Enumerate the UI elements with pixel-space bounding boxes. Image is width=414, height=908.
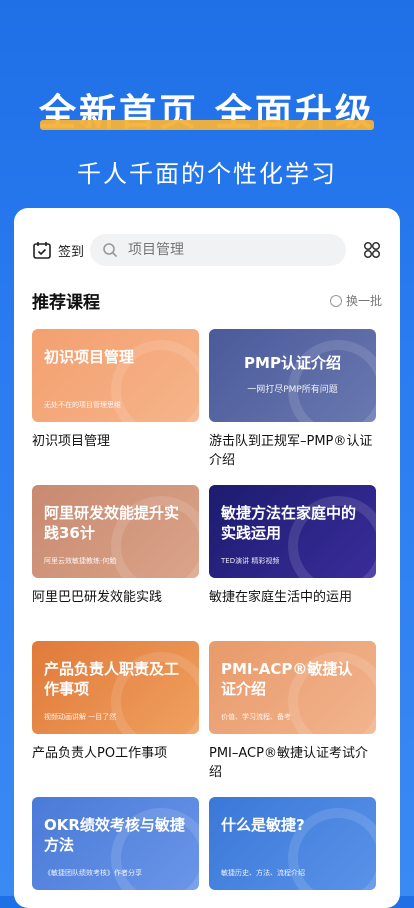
section-title: 推荐课程	[32, 293, 100, 313]
course-card[interactable]: 什么是敏捷? 敏捷历史、方法、流程介绍	[209, 797, 376, 900]
thumbnail-subtitle: 价值、学习流程、备考	[221, 713, 291, 721]
course-card[interactable]: OKR绩效考核与敏捷方法《敏捷团队绩效考核》作者分享	[32, 797, 199, 900]
top-row: 签到	[32, 234, 382, 266]
course-name[interactable]: 产品负责人PO工作事项	[32, 744, 199, 763]
thumbnail-subtitle: 敏捷历史、方法、流程介绍	[221, 869, 305, 877]
thumbnail-title: PMI-ACP®敏捷认证介绍	[221, 660, 353, 698]
section-header: 推荐课程 换一批	[32, 288, 382, 313]
search-input[interactable]	[126, 241, 310, 259]
refresh-icon	[329, 294, 342, 307]
calendar-icon	[33, 242, 51, 259]
refresh-button[interactable]: 换一批	[329, 292, 382, 309]
thumbnail-title: 敏捷方法在家庭中的实践运用	[221, 504, 357, 542]
thumbnail-subtitle: TED演讲 精彩视频	[221, 557, 280, 565]
course-name[interactable]: 阿里巴巴研发效能实践	[32, 588, 199, 607]
course-card[interactable]: 阿里研发效能提升实践36计阿里云效敏捷教练·何勉阿里巴巴研发效能实践	[32, 485, 199, 607]
home-card: 签到 推荐课程 换一批 初识项目管理无处不在的项目管理思维初识项目管理PMP认证…	[14, 208, 400, 908]
course-thumbnail[interactable]: 初识项目管理无处不在的项目管理思维	[32, 329, 199, 422]
thumbnail-title: PMP认证介绍	[244, 354, 341, 372]
signin-button[interactable]: 签到	[32, 240, 90, 260]
course-thumbnail[interactable]: OKR绩效考核与敏捷方法《敏捷团队绩效考核》作者分享	[32, 797, 199, 890]
course-card[interactable]: PMP认证介绍一网打尽PMP所有问题游击队到正规军–PMP®认证介绍	[209, 329, 376, 470]
course-name[interactable]: 敏捷在家庭生活中的运用	[209, 588, 376, 607]
apps-icon[interactable]	[362, 240, 382, 260]
course-name[interactable]: PMI–ACP®敏捷认证考试介绍	[209, 744, 376, 782]
signin-label: 签到	[58, 244, 85, 260]
thumbnail-title: 什么是敏捷?	[221, 816, 305, 834]
thumbnail-subtitle: 《敏捷团队绩效考核》作者分享	[44, 869, 142, 877]
thumbnail-title: OKR绩效考核与敏捷方法	[44, 816, 185, 854]
thumbnail-subtitle: 视频动画讲解 一目了然	[44, 713, 117, 721]
course-thumbnail[interactable]: 什么是敏捷? 敏捷历史、方法、流程介绍	[209, 797, 376, 890]
search-icon	[103, 243, 118, 258]
course-card[interactable]: 产品负责人职责及工作事项视频动画讲解 一目了然产品负责人PO工作事项	[32, 641, 199, 763]
course-card[interactable]: 敏捷方法在家庭中的实践运用 TED演讲 精彩视频敏捷在家庭生活中的运用	[209, 485, 376, 607]
hero-underline	[40, 120, 374, 130]
course-name[interactable]: 初识项目管理	[32, 432, 199, 451]
thumbnail-subtitle: 一网打尽PMP所有问题	[247, 385, 338, 395]
search-bar[interactable]	[90, 234, 346, 266]
course-thumbnail[interactable]: 产品负责人职责及工作事项视频动画讲解 一目了然	[32, 641, 199, 734]
course-card[interactable]: PMI-ACP®敏捷认证介绍价值、学习流程、备考 PMI–ACP®敏捷认证考试介绍	[209, 641, 376, 782]
thumbnail-title: 初识项目管理	[44, 348, 135, 366]
refresh-label: 换一批	[345, 294, 382, 308]
course-name[interactable]: 游击队到正规军–PMP®认证介绍	[209, 432, 376, 470]
course-thumbnail[interactable]: PMI-ACP®敏捷认证介绍价值、学习流程、备考	[209, 641, 376, 734]
thumbnail-title: 阿里研发效能提升实践36计	[44, 504, 180, 542]
hero-subtitle: 千人千面的个性化学习	[77, 160, 337, 188]
course-thumbnail[interactable]: 敏捷方法在家庭中的实践运用 TED演讲 精彩视频	[209, 485, 376, 578]
course-thumbnail[interactable]: PMP认证介绍一网打尽PMP所有问题	[209, 329, 376, 422]
course-thumbnail[interactable]: 阿里研发效能提升实践36计阿里云效敏捷教练·何勉	[32, 485, 199, 578]
thumbnail-subtitle: 阿里云效敏捷教练·何勉	[44, 557, 117, 565]
thumbnail-title: 产品负责人职责及工作事项	[44, 660, 180, 698]
course-card[interactable]: 初识项目管理 无处不在的项目管理思维 初识项目管理	[32, 329, 199, 451]
thumbnail-subtitle: 无处不在的项目管理思维	[44, 401, 121, 409]
